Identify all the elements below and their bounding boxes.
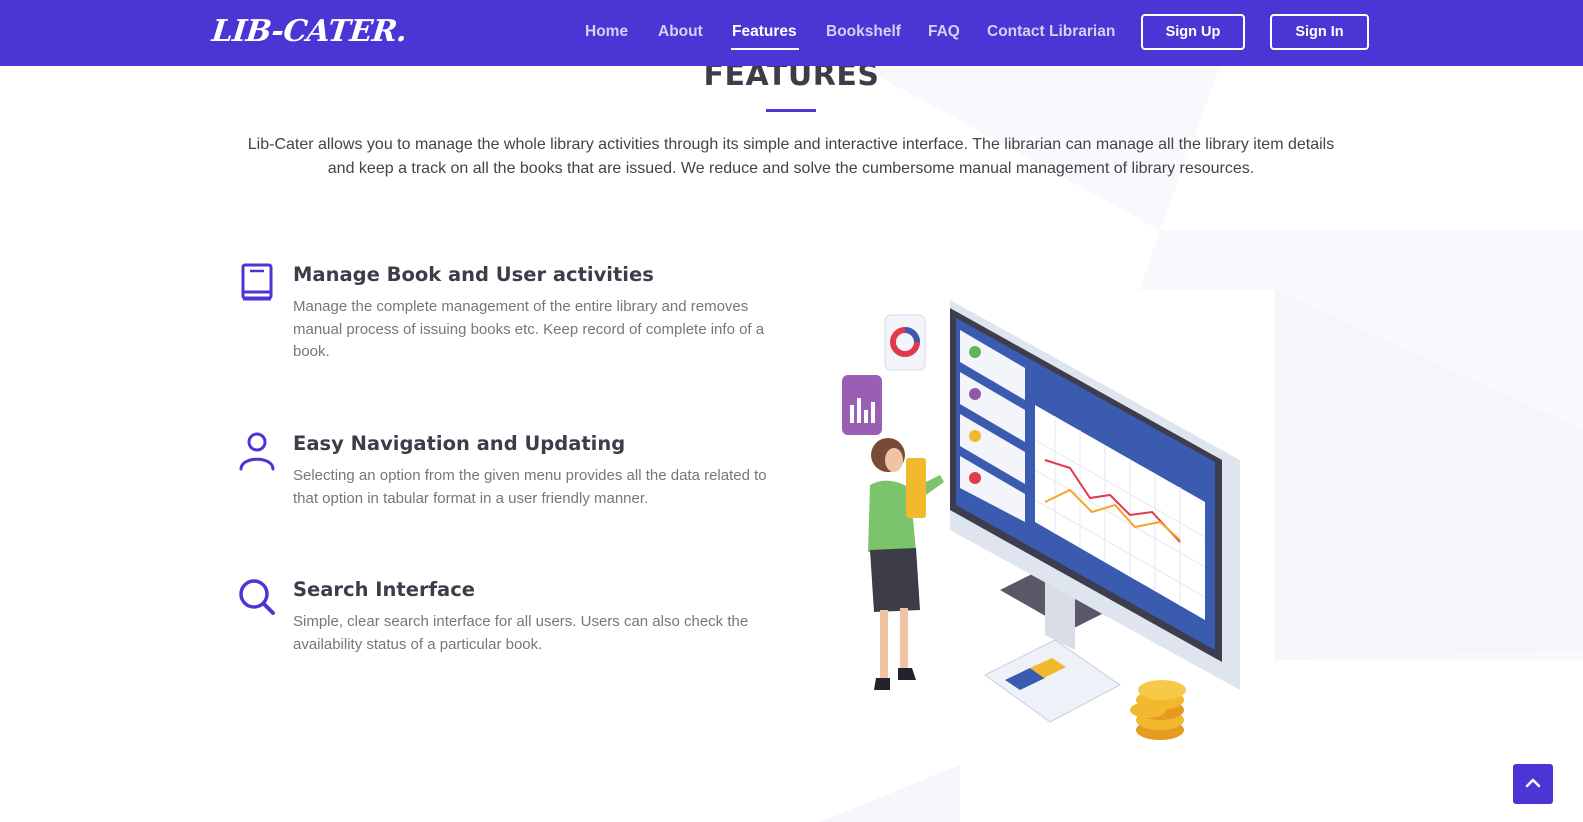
feature-item: Search Interface Simple, clear search in… (236, 578, 796, 668)
nav-about[interactable]: About (658, 23, 703, 41)
sign-up-button[interactable]: Sign Up (1141, 14, 1245, 50)
background-shapes (820, 66, 1583, 822)
logo[interactable]: LIB-CATER. (210, 14, 408, 49)
dashboard-illustration (842, 300, 1240, 740)
feature-item: Manage Book and User activities Manage t… (236, 263, 796, 373)
section-intro: Lib-Cater allows you to manage the whole… (247, 136, 1335, 177)
sign-in-button[interactable]: Sign In (1270, 14, 1369, 50)
feature-title: Search Interface (293, 578, 476, 601)
nav-home[interactable]: Home (585, 23, 628, 41)
nav-bookshelf[interactable]: Bookshelf (826, 23, 901, 41)
navbar: LIB-CATER. Home About Features Bookshelf… (0, 0, 1583, 66)
search-icon (236, 578, 278, 620)
feature-description: Simple, clear search interface for all u… (293, 613, 749, 653)
feature-title: Easy Navigation and Updating (293, 432, 626, 455)
feature-description: Manage the complete management of the en… (293, 298, 765, 360)
feature-item: Easy Navigation and Updating Selecting a… (236, 432, 796, 522)
chevron-up-icon (1525, 775, 1541, 793)
book-icon (236, 263, 278, 305)
title-underline (766, 109, 816, 112)
nav-features[interactable]: Features (731, 23, 799, 50)
nav-faq[interactable]: FAQ (928, 23, 960, 41)
nav-contact-librarian[interactable]: Contact Librarian (987, 23, 1115, 41)
scroll-top-button[interactable] (1513, 764, 1553, 804)
feature-title: Manage Book and User activities (293, 263, 654, 286)
feature-description: Selecting an option from the given menu … (293, 467, 767, 507)
user-icon (236, 432, 278, 474)
